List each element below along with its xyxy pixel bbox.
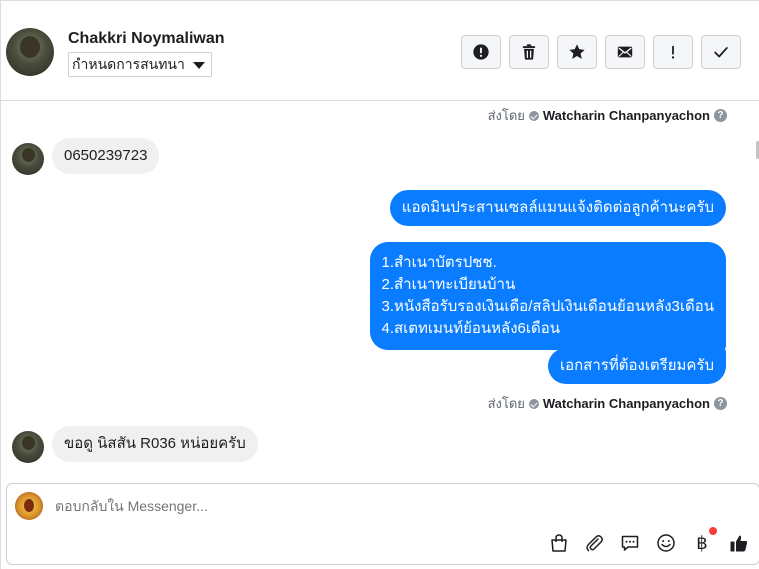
- sent-by-line: ส่งโดย Watcharin Chanpanyachon ?: [488, 393, 727, 414]
- reply-composer: ฿: [6, 483, 759, 565]
- assign-conversation-label: กำหนดการสนทนา: [72, 56, 185, 72]
- spam-button[interactable]: [461, 35, 501, 69]
- check-icon: [714, 47, 728, 58]
- message-thread[interactable]: ส่งโดย Watcharin Chanpanyachon ? 0650239…: [1, 101, 759, 471]
- caret-down-icon: [192, 62, 205, 69]
- envelope-icon: [617, 46, 633, 58]
- agent-name[interactable]: Watcharin Chanpanyachon: [543, 108, 710, 123]
- assign-conversation-dropdown[interactable]: กำหนดการสนทนา: [68, 52, 212, 77]
- shopping-bag-icon: [551, 534, 567, 552]
- star-button[interactable]: [557, 35, 597, 69]
- sent-by-line: ส่งโดย Watcharin Chanpanyachon ?: [488, 105, 727, 126]
- contact-avatar-small[interactable]: [12, 143, 44, 175]
- sent-by-label: ส่งโดย: [487, 108, 525, 123]
- outgoing-message[interactable]: แอดมินประสานเซลล์แมนแจ้งติดต่อลูกค้านะคร…: [389, 190, 726, 226]
- notification-dot: [709, 527, 717, 535]
- shopping-bag-button[interactable]: [547, 531, 571, 555]
- emoji-icon: [657, 534, 675, 552]
- help-icon[interactable]: ?: [714, 109, 727, 122]
- message-line: 1.สำเนาบัตรปชช.: [381, 254, 497, 271]
- follow-up-button[interactable]: [653, 35, 693, 69]
- agent-name[interactable]: Watcharin Chanpanyachon: [543, 396, 710, 411]
- reply-input[interactable]: [55, 498, 555, 514]
- page-avatar: [15, 492, 43, 520]
- trash-icon: [522, 44, 536, 60]
- emoji-button[interactable]: [654, 531, 678, 555]
- done-button[interactable]: [701, 35, 741, 69]
- verified-icon: [528, 398, 539, 409]
- incoming-message[interactable]: ขอดู นิสสัน R036 หน่อยครับ: [52, 426, 258, 462]
- baht-payment-icon: ฿: [696, 532, 708, 554]
- outgoing-message[interactable]: เอกสารที่ต้องเตรียมครับ: [547, 348, 726, 384]
- paperclip-icon: [586, 535, 603, 552]
- contact-name[interactable]: Chakkri Noymaliwan: [68, 30, 225, 48]
- saved-replies-button[interactable]: [618, 531, 642, 555]
- contact-avatar-small[interactable]: [12, 431, 44, 463]
- attach-button[interactable]: [582, 531, 606, 555]
- thumbs-up-icon: [730, 535, 748, 552]
- like-button[interactable]: [727, 531, 751, 555]
- exclamation-icon: [671, 45, 675, 59]
- outgoing-message-multiline[interactable]: 1.สำเนาบัตรปชช. 2.สำเนาทะเบียนบ้าน 3.หนั…: [369, 242, 726, 350]
- incoming-message[interactable]: 0650239723: [52, 138, 160, 174]
- verified-icon: [528, 110, 539, 121]
- mark-unread-button[interactable]: [605, 35, 645, 69]
- saved-replies-icon: [621, 535, 639, 551]
- message-line: 3.หนังสือรับรองเงินเดือ/สลิปเงินเดือนย้อ…: [381, 298, 715, 315]
- alert-circle-icon: [473, 44, 489, 60]
- message-line: 2.สำเนาทะเบียนบ้าน: [381, 276, 516, 293]
- sent-by-label: ส่งโดย: [487, 396, 525, 411]
- inbox-conversation-panel: Chakkri Noymaliwan กำหนดการสนทนา ส่งโดย …: [0, 0, 759, 569]
- delete-button[interactable]: [509, 35, 549, 69]
- help-icon[interactable]: ?: [714, 397, 727, 410]
- message-line: 4.สเตทเมนท์ย้อนหลัง6เดือน: [381, 320, 561, 337]
- conversation-header: Chakkri Noymaliwan กำหนดการสนทนา: [1, 1, 759, 101]
- star-icon: [569, 44, 585, 59]
- contact-avatar[interactable]: [6, 28, 54, 76]
